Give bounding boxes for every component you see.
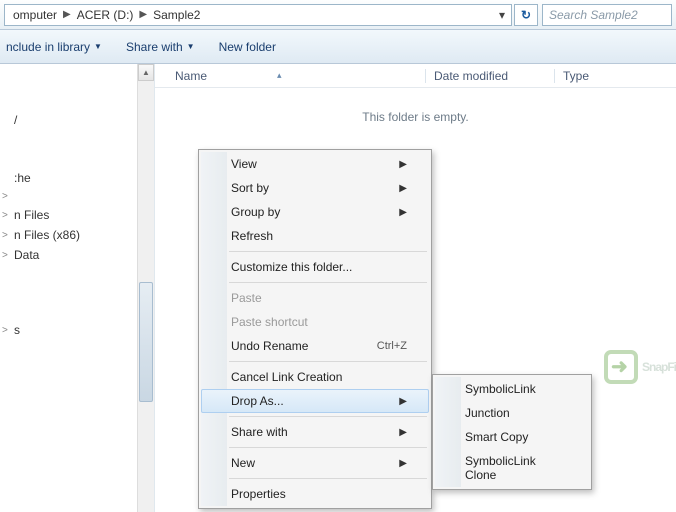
menu-item-properties[interactable]: Properties (201, 482, 429, 506)
search-placeholder: Search Sample2 (549, 8, 638, 22)
submenu-arrow-icon: ▶ (399, 458, 407, 469)
expander-icon[interactable]: > (2, 250, 11, 261)
menu-item-refresh[interactable]: Refresh (201, 224, 429, 248)
context-menu: View▶ Sort by▶ Group by▶ Refresh Customi… (198, 149, 432, 509)
chevron-right-icon[interactable]: ▶ (137, 9, 149, 20)
sort-ascending-icon: ▴ (277, 70, 282, 81)
menu-separator (229, 478, 427, 479)
menu-item-share-with[interactable]: Share with▶ (201, 420, 429, 444)
menu-item-view[interactable]: View▶ (201, 152, 429, 176)
tree-item[interactable]: / (0, 110, 154, 130)
menu-item-paste: Paste (201, 286, 429, 310)
submenu-arrow-icon: ▶ (399, 159, 407, 170)
expander-icon[interactable]: > (2, 230, 11, 241)
expander-icon[interactable]: > (2, 325, 11, 336)
expander-icon[interactable]: > (2, 210, 11, 221)
column-separator[interactable] (425, 69, 426, 83)
sidebar-scrollbar[interactable]: ▲ (137, 64, 154, 512)
new-folder-button[interactable]: New folder (219, 40, 276, 54)
tree-item[interactable]: >Data (0, 245, 154, 265)
chevron-down-icon: ▼ (187, 42, 195, 51)
submenu-arrow-icon: ▶ (399, 396, 407, 407)
tree-item[interactable]: > (0, 188, 154, 205)
submenu-arrow-icon: ▶ (399, 427, 407, 438)
toolbar: nclude in library ▼ Share with ▼ New fol… (0, 30, 676, 64)
column-header-date[interactable]: Date modified (434, 69, 554, 83)
menu-separator (229, 361, 427, 362)
menu-item-drop-as[interactable]: Drop As...▶ (201, 389, 429, 413)
tree-item[interactable]: :he (0, 168, 154, 188)
menu-separator (229, 282, 427, 283)
tree-item[interactable]: >s (0, 320, 154, 340)
scroll-up-button[interactable]: ▲ (138, 64, 154, 81)
submenu-item-symboliclink[interactable]: SymbolicLink (435, 377, 589, 401)
column-headers: Name ▴ Date modified Type (155, 64, 676, 88)
tree-item[interactable]: >n Files (0, 205, 154, 225)
breadcrumb-item[interactable]: ACER (D:) (73, 8, 138, 22)
menu-item-cancel-link[interactable]: Cancel Link Creation (201, 365, 429, 389)
share-with-button[interactable]: Share with ▼ (126, 40, 195, 54)
expander-icon[interactable]: > (2, 191, 11, 202)
menu-item-new[interactable]: New▶ (201, 451, 429, 475)
chevron-down-icon[interactable]: ▾ (493, 8, 511, 22)
tree-item[interactable]: >n Files (x86) (0, 225, 154, 245)
menu-item-undo-rename[interactable]: Undo RenameCtrl+Z (201, 334, 429, 358)
menu-item-group-by[interactable]: Group by▶ (201, 200, 429, 224)
submenu-arrow-icon: ▶ (399, 207, 407, 218)
menu-item-customize[interactable]: Customize this folder... (201, 255, 429, 279)
refresh-button[interactable]: ↻ (514, 4, 538, 26)
column-separator[interactable] (554, 69, 555, 83)
chevron-right-icon[interactable]: ▶ (61, 9, 73, 20)
address-bar: omputer ▶ ACER (D:) ▶ Sample2 ▾ ↻ Search… (0, 0, 676, 30)
include-in-library-button[interactable]: nclude in library ▼ (6, 40, 102, 54)
empty-folder-message: This folder is empty. (155, 110, 676, 124)
search-input[interactable]: Search Sample2 (542, 4, 672, 26)
menu-separator (229, 416, 427, 417)
keyboard-shortcut: Ctrl+Z (377, 340, 407, 352)
menu-separator (229, 251, 427, 252)
column-header-name[interactable]: Name ▴ (155, 69, 425, 83)
chevron-down-icon: ▼ (94, 42, 102, 51)
submenu-item-symboliclink-clone[interactable]: SymbolicLink Clone (435, 449, 589, 487)
column-header-type[interactable]: Type (563, 69, 676, 83)
menu-item-sort-by[interactable]: Sort by▶ (201, 176, 429, 200)
submenu-drop-as: SymbolicLink Junction Smart Copy Symboli… (432, 374, 592, 490)
navigation-tree: / :he > >n Files >n Files (x86) >Data >s… (0, 64, 155, 512)
breadcrumb-item[interactable]: omputer (9, 8, 61, 22)
scroll-thumb[interactable] (139, 282, 153, 402)
menu-separator (229, 447, 427, 448)
breadcrumb[interactable]: omputer ▶ ACER (D:) ▶ Sample2 ▾ (4, 4, 512, 26)
refresh-icon: ↻ (521, 8, 531, 22)
breadcrumb-item[interactable]: Sample2 (149, 8, 204, 22)
submenu-arrow-icon: ▶ (399, 183, 407, 194)
menu-item-paste-shortcut: Paste shortcut (201, 310, 429, 334)
submenu-item-smart-copy[interactable]: Smart Copy (435, 425, 589, 449)
submenu-item-junction[interactable]: Junction (435, 401, 589, 425)
